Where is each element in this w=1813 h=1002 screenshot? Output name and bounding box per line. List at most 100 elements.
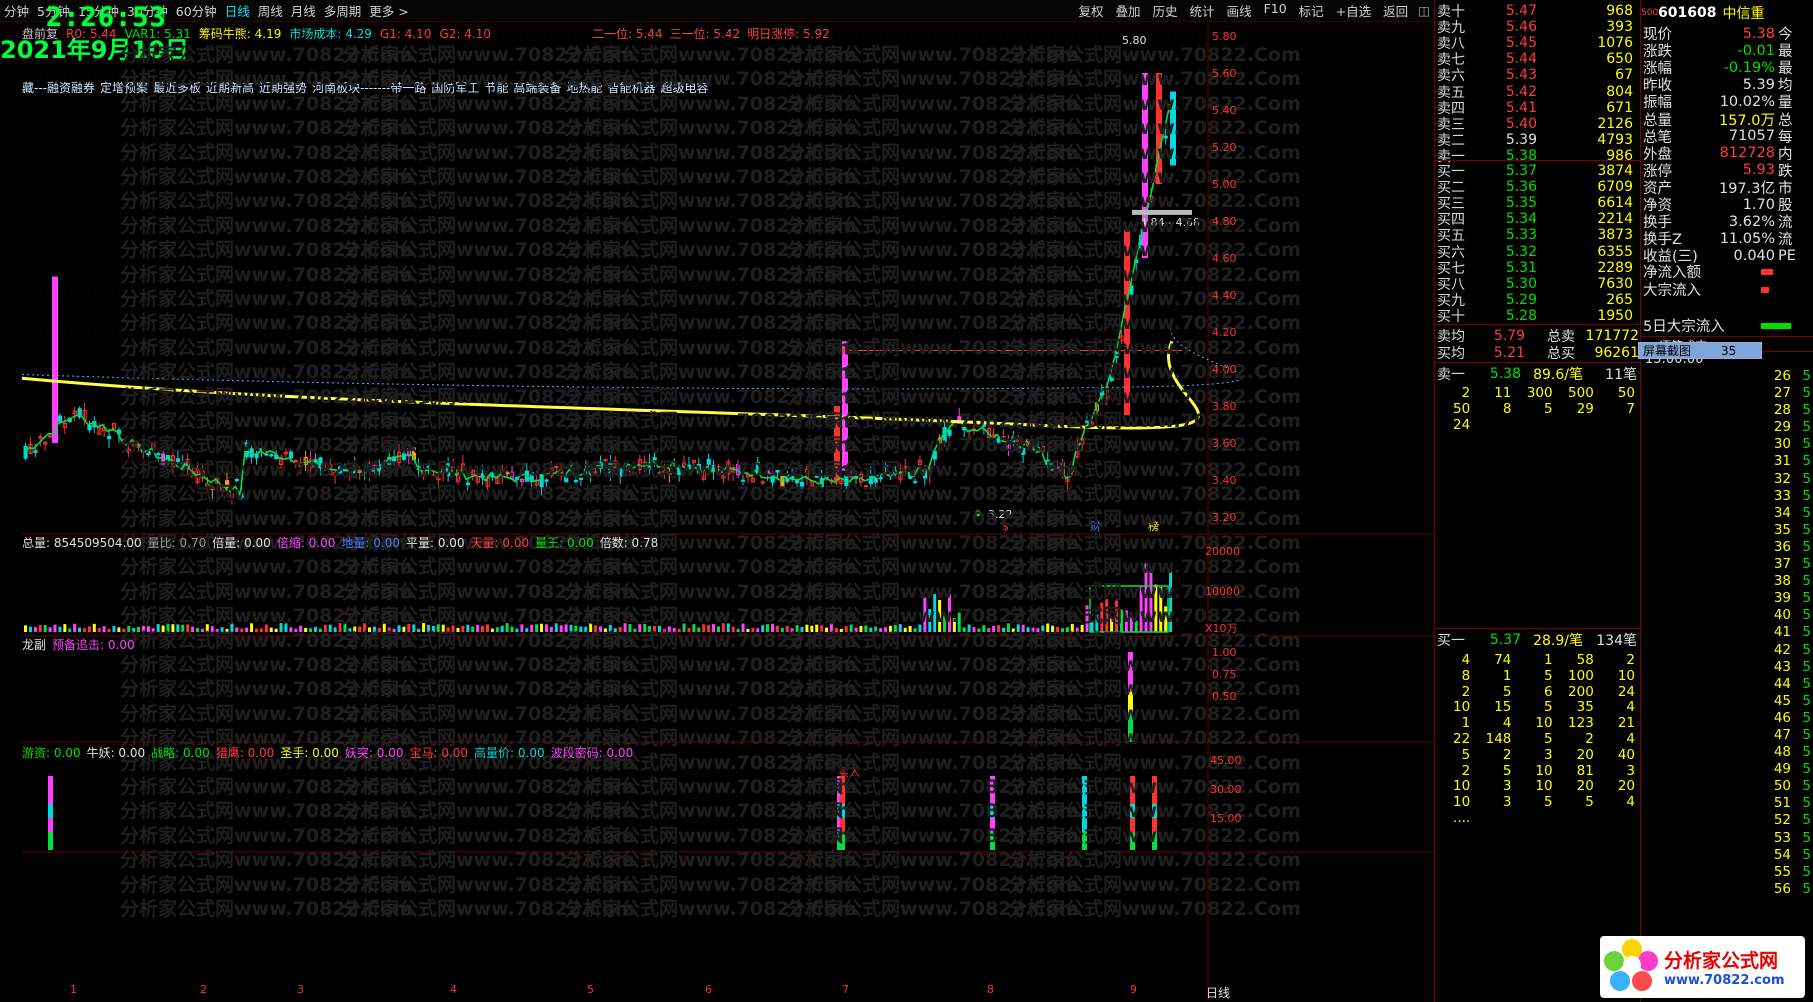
- ind2-bar-seg-2: [840, 804, 845, 818]
- vol-bar-203: [1021, 624, 1025, 632]
- price-tick-6: 4.60: [1212, 252, 1237, 265]
- toolbar-button-3[interactable]: 统计: [1184, 1, 1221, 20]
- stat-value: 71057: [1728, 128, 1775, 145]
- toolbar-button-5[interactable]: F10: [1258, 1, 1293, 20]
- period-tab-8[interactable]: 多周期: [320, 1, 366, 20]
- vol-bar-201: [1011, 628, 1015, 632]
- bid-row-6-volume: 2289: [1597, 259, 1633, 276]
- tick-count: 5: [1802, 812, 1811, 829]
- ind2-bar-seg2-3: [1082, 832, 1087, 850]
- screenshot-overlay-chip[interactable]: 屏幕截图 35: [1638, 342, 1762, 359]
- vol-bar-120: [613, 628, 617, 632]
- vol-bar-229: [1149, 569, 1153, 632]
- flower-logo-icon: [1604, 939, 1660, 995]
- tick-time: [1641, 727, 1701, 744]
- tick-time: [1641, 573, 1701, 590]
- toolbar-button-4[interactable]: 画线: [1221, 1, 1258, 20]
- vol-bar-222: [1115, 600, 1119, 632]
- vol-bar-123: [628, 624, 632, 632]
- vol-bar-166: [839, 628, 843, 632]
- buy1-queue[interactable]: 买一 5.37 28.9/笔 134笔: [1435, 630, 1641, 649]
- ind2_header-item-8: 波段密码: 0.00: [550, 746, 634, 760]
- candle-body-31: [175, 458, 181, 462]
- toolbar-button-1[interactable]: 叠加: [1110, 1, 1147, 20]
- toolbar-button-8[interactable]: 返回: [1377, 1, 1414, 20]
- vol-bar-223: [1119, 609, 1123, 632]
- big-candle-6: [52, 276, 58, 443]
- vol-bar-104: [535, 624, 539, 632]
- price-tick-8: 4.20: [1212, 326, 1237, 339]
- period-tab-9[interactable]: 更多 >: [365, 1, 412, 20]
- tick-time: [1641, 436, 1701, 453]
- vol-bar-130: [662, 628, 666, 632]
- toolbar-button-6[interactable]: 标记: [1293, 1, 1330, 20]
- sell1-grid-cell: [1600, 417, 1641, 433]
- period-tab-6[interactable]: 周线: [254, 1, 287, 20]
- vol-tick-0: 20000: [1205, 545, 1240, 558]
- vol-bar-105: [540, 623, 544, 632]
- tick-time: [1641, 419, 1701, 436]
- period-tab-0[interactable]: 分钟: [0, 1, 33, 20]
- tick-time: [1641, 881, 1701, 898]
- vol_header-item-2: 倍量: 0.00: [212, 536, 271, 550]
- vol-bar-27: [156, 624, 160, 632]
- month-tick-5: 6: [705, 983, 712, 996]
- vol-bar-65: [343, 623, 347, 632]
- ask-row-3-volume: 650: [1606, 51, 1633, 68]
- vol-bar-88: [456, 627, 460, 632]
- ask-row-6-volume: 671: [1606, 99, 1633, 116]
- settings-icon[interactable]: ◫: [1414, 3, 1434, 18]
- vol-bar-224: [1124, 610, 1128, 632]
- sell1-grid-cell: 50: [1453, 401, 1471, 417]
- tick-count: 5: [1802, 521, 1811, 538]
- tick-volume: 54: [1773, 846, 1791, 863]
- buy1-grid-cell: 21: [1617, 715, 1636, 732]
- vol-bar-119: [608, 624, 612, 632]
- five-day-inflow-row-label: 5日大宗流入: [1643, 319, 1725, 335]
- tick-volume: 39: [1773, 590, 1791, 607]
- buy1-grid-cell: 5: [1544, 731, 1553, 747]
- toolbar-button-0[interactable]: 复权: [1072, 1, 1109, 20]
- tick-time: [1641, 471, 1701, 488]
- toolbar-button-7[interactable]: +自选: [1330, 1, 1377, 20]
- big-candle-4: [842, 341, 848, 471]
- candle-body-66: [347, 472, 353, 475]
- vol-bar-125: [638, 624, 642, 632]
- vol-bar-95: [490, 628, 494, 632]
- candle-body-209: [1050, 469, 1055, 472]
- tick-time: [1641, 624, 1701, 641]
- vol-bar-71: [372, 626, 376, 632]
- tick-time: [1641, 385, 1701, 402]
- tick-count: 5: [1802, 419, 1811, 436]
- vol-bar-49: [264, 624, 268, 632]
- sell1-grid-cell: 300: [1526, 385, 1553, 401]
- vol-bar-103: [530, 624, 534, 632]
- candle-body-20: [121, 438, 126, 441]
- bid-row-9[interactable]: 买十 5.28 1950: [1435, 307, 1641, 326]
- price-tick-4: 5.00: [1212, 178, 1237, 191]
- ind2_header-item-4: 圣手: 0.00: [280, 746, 339, 760]
- buy1-grid-cell: 5: [1585, 794, 1594, 811]
- sell1-queue[interactable]: 卖一 5.38 89.6/笔 11笔: [1435, 364, 1641, 383]
- vol-bar-45: [245, 627, 249, 632]
- buy1-grid-cell: 20: [1576, 746, 1594, 763]
- block-inflow-row: 大宗流入: [1641, 280, 1813, 299]
- vol-bar-159: [805, 624, 809, 632]
- toolbar-button-2[interactable]: 历史: [1147, 1, 1184, 20]
- avg-buy-row: 买均 5.21 总买 96261: [1435, 343, 1641, 362]
- stock-name[interactable]: 中信重: [1722, 3, 1764, 23]
- period-tab-4[interactable]: 60分钟: [172, 1, 221, 20]
- vol-bar-67: [353, 626, 357, 632]
- vol-bar-179: [903, 627, 907, 632]
- buy1-grid-cell: 2: [1626, 652, 1636, 668]
- period-tab-5[interactable]: 日线: [221, 1, 254, 20]
- ask-row-3-price: 5.44: [1505, 51, 1537, 68]
- stock-terminal-window: 分钟 5分钟 15分钟 30分钟 60分钟 日线 周线 月线 多周期 更多 > 复权 叠加 历史 统计画…: [0, 0, 1813, 1002]
- vol-bar-84: [436, 624, 440, 632]
- period-tab-7[interactable]: 月线: [287, 1, 320, 20]
- tick-volume: 30: [1773, 436, 1791, 453]
- marker-2: 榜: [1148, 519, 1159, 533]
- vol-bar-99: [510, 626, 514, 632]
- stock-code[interactable]: 601608: [1658, 5, 1716, 21]
- vol-bar-14: [92, 623, 96, 632]
